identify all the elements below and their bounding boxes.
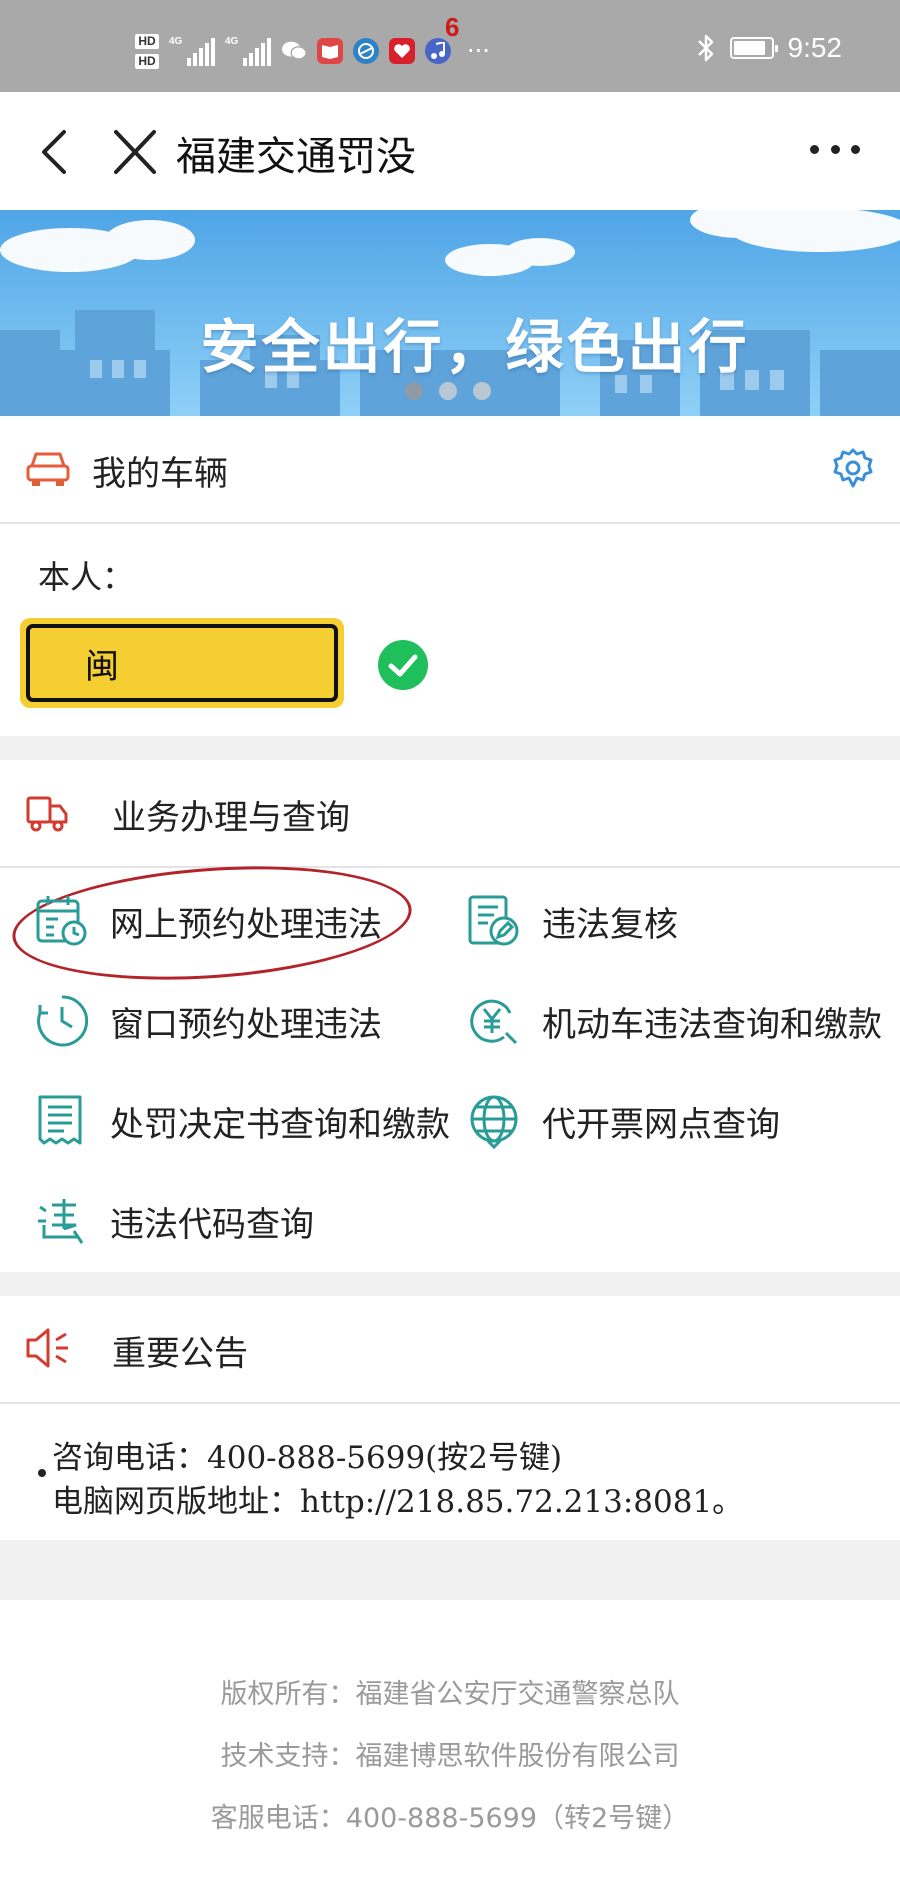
status-icons-right: 9:52 — [696, 30, 843, 66]
signal-icon-2: 4G — [225, 36, 271, 66]
service-label: 违法代码查询 — [110, 1204, 314, 1245]
more-options-icon[interactable] — [810, 134, 860, 164]
section-divider — [0, 1540, 900, 1600]
speaker-icon — [26, 1328, 68, 1368]
signal-icon-1: 4G — [169, 36, 215, 66]
service-violation-code-query[interactable]: 违法代码查询 — [34, 1186, 314, 1256]
car-icon — [26, 452, 70, 486]
browser-app-icon — [353, 38, 379, 64]
status-icons-left: HD HD 4G 4G ··· — [135, 26, 490, 76]
my-vehicle-title: 我的车辆 — [92, 454, 228, 494]
code-search-icon — [38, 1199, 84, 1244]
network-type-1: 4G — [169, 36, 183, 47]
service-penalty-decision-payment[interactable]: 处罚决定书查询和缴款 — [34, 1086, 450, 1156]
clock-time: 9:52 — [787, 32, 843, 63]
status-bar: HD HD 4G 4G ··· 6 9:52 — [0, 0, 900, 92]
banner-slogan: 安全出行，绿色出行 — [200, 313, 750, 381]
notice-title: 重要公告 — [112, 1334, 248, 1374]
carousel-indicators — [405, 382, 491, 400]
calendar-clock-icon — [36, 896, 87, 946]
back-arrow-icon[interactable] — [32, 122, 82, 182]
service-ticket-outlet-query[interactable]: 代开票网点查询 — [466, 1086, 780, 1156]
hd-indicator-2: HD — [135, 53, 159, 69]
service-window-appointment[interactable]: 窗口预约处理违法 — [34, 986, 382, 1056]
carousel-dot-2[interactable] — [439, 382, 457, 400]
footer-tech-support: 技术支持：福建博思软件股份有限公司 — [220, 1741, 680, 1772]
service-label: 网上预约处理违法 — [110, 904, 382, 945]
license-plate[interactable]: 闽 — [20, 618, 344, 708]
globe-icon — [470, 1095, 518, 1149]
service-label: 处罚决定书查询和缴款 — [110, 1104, 450, 1145]
footer-hotline: 客服电话：400-888-5699（转2号键） — [210, 1803, 690, 1834]
close-icon[interactable] — [110, 124, 160, 180]
notice-bullet — [38, 1469, 46, 1477]
truck-icon — [26, 796, 68, 832]
network-type-2: 4G — [225, 36, 239, 47]
section-divider — [0, 1272, 900, 1296]
notice-web-address[interactable]: 电脑网页版地址：http://218.85.72.213:8081。 — [52, 1476, 743, 1521]
wechat-icon — [281, 38, 307, 64]
document-edit-icon — [468, 895, 519, 946]
carousel-dot-1[interactable] — [405, 382, 423, 400]
hd-indicators: HD HD — [135, 33, 159, 69]
receipt-icon — [38, 1095, 82, 1145]
page-title: 福建交通罚没 — [176, 134, 416, 180]
owner-label: 本人： — [38, 558, 135, 596]
book-app-icon — [317, 38, 343, 64]
plate-prefix: 闽 — [85, 646, 119, 687]
services-header: 业务办理与查询 — [0, 760, 900, 868]
service-vehicle-violation-payment[interactable]: 机动车违法查询和缴款 — [466, 986, 882, 1056]
notice-hotline: 咨询电话：400-888-5699(按2号键) — [52, 1440, 563, 1476]
yuan-search-icon — [470, 999, 518, 1045]
verified-check-icon — [378, 640, 428, 690]
carousel-dot-3[interactable] — [473, 382, 491, 400]
settings-gear-icon[interactable] — [831, 446, 875, 490]
notice-header: 重要公告 — [0, 1296, 900, 1404]
my-vehicle-header: 我的车辆 — [0, 416, 900, 524]
service-violation-review[interactable]: 违法复核 — [466, 886, 678, 956]
service-label: 代开票网点查询 — [542, 1104, 780, 1145]
service-label: 窗口预约处理违法 — [110, 1004, 382, 1045]
service-label: 机动车违法查询和缴款 — [542, 1004, 882, 1045]
more-notifications-icon: ··· — [467, 37, 490, 65]
hd-indicator-1: HD — [135, 33, 159, 49]
footer-copyright: 版权所有：福建省公安厅交通警察总队 — [220, 1679, 680, 1710]
navigation-bar: 福建交通罚没 — [0, 92, 900, 210]
service-online-appointment[interactable]: 网上预约处理违法 — [34, 886, 382, 956]
service-label: 违法复核 — [542, 904, 678, 945]
battery-icon — [729, 37, 778, 59]
bluetooth-icon — [697, 34, 713, 62]
services-title: 业务办理与查询 — [112, 798, 350, 838]
heart-app-icon — [389, 38, 415, 64]
section-divider — [0, 736, 900, 760]
clock-icon — [37, 995, 89, 1047]
notification-badge: 6 — [445, 12, 460, 42]
